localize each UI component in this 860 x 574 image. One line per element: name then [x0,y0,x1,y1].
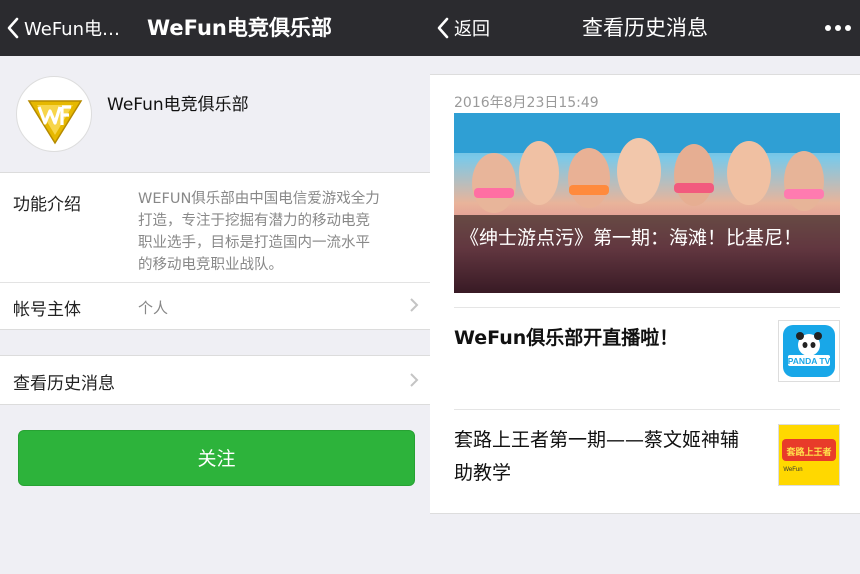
message-item-title: 套路上王者第一期——蔡文姬神辅助教学 [454,429,740,484]
back-chevron-icon [437,17,449,39]
follow-button[interactable]: 关注 [18,430,415,486]
hero-title: 《绅士游点污》第一期：海滩！比基尼！ [460,227,803,249]
intro-line: 的移动电竞职业战队。 [138,257,283,273]
intro-text: WEFUN俱乐部由中国电信爱游戏全力 打造，专注于挖掘有潜力的移动电竞 职业选手… [138,188,418,276]
right-navbar: 返回 查看历史消息 [430,0,860,56]
history-messages-panel: 返回 查看历史消息 2016年8月23日15:49 《绅士游点污》第一期：海滩！… [430,0,860,574]
intro-line: 打造，专注于挖掘有潜力的移动电竞 [138,213,370,229]
page-title: 查看历史消息 [582,16,708,40]
message-card: 2016年8月23日15:49 《绅士游点污》第一期：海滩！比基尼！ WeFun… [430,74,860,514]
more-dots-icon [825,25,851,31]
intro-line: WEFUN俱乐部由中国电信爱游戏全力 [138,191,380,207]
game-banner-text: 套路上王者 [786,446,831,458]
owner-label: 帐号主体 [13,300,81,320]
chevron-right-icon [410,373,419,387]
panda-tv-logo-icon: PANDA TV [783,325,835,377]
message-item[interactable]: 套路上王者第一期——蔡文姬神辅助教学 套路上王者 WeFun [454,409,840,506]
profile-name: WeFun电竞俱乐部 [107,95,249,115]
wefun-logo-icon [25,85,85,145]
game-banner-sub: WeFun [783,467,802,473]
game-banner-icon: 套路上王者 WeFun [779,425,839,485]
chevron-right-icon [410,298,419,312]
more-button[interactable] [824,0,852,56]
owner-value: 个人 [138,299,169,317]
view-history-row[interactable]: 查看历史消息 [0,355,430,405]
intro-line: 职业选手，目标是打造国内一流水平 [138,235,370,251]
message-item-thumbnail: 套路上王者 WeFun [778,424,840,486]
intro-label: 功能介绍 [13,195,81,215]
account-profile-panel: WeFun电… WeFun电竞俱乐部 WeFun电竞俱乐部 功能介绍 WEFUN… [0,0,430,574]
message-item-thumbnail: PANDA TV [778,320,840,382]
hero-article[interactable]: 《绅士游点污》第一期：海滩！比基尼！ [454,113,840,293]
account-owner-row[interactable]: 帐号主体 个人 [0,283,430,329]
message-item-title: WeFun俱乐部开直播啦！ [454,327,679,349]
message-item[interactable]: WeFun俱乐部开直播啦！ PANDA TV [454,307,840,410]
view-history-label: 查看历史消息 [13,374,115,394]
back-button[interactable]: 返回 [436,0,490,56]
back-label: WeFun电… [24,19,121,40]
page-title: WeFun电竞俱乐部 [147,16,332,40]
avatar[interactable] [16,76,92,152]
back-chevron-icon [7,17,19,39]
left-navbar: WeFun电… WeFun电竞俱乐部 [0,0,430,56]
back-button[interactable]: WeFun电… [6,0,120,56]
intro-row: 功能介绍 WEFUN俱乐部由中国电信爱游戏全力 打造，专注于挖掘有潜力的移动电竞… [0,173,430,283]
message-date: 2016年8月23日15:49 [454,95,599,111]
account-info-group: 功能介绍 WEFUN俱乐部由中国电信爱游戏全力 打造，专注于挖掘有潜力的移动电竞… [0,172,430,330]
profile-header: WeFun电竞俱乐部 [0,56,430,171]
back-label: 返回 [454,19,490,40]
panda-tv-text: PANDA TV [788,356,831,366]
